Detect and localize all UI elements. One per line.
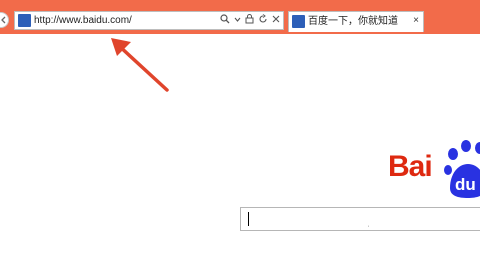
address-tools (216, 13, 280, 29)
baidu-logo[interactable]: Bai du (388, 140, 480, 200)
dropdown-icon[interactable] (234, 14, 241, 29)
text-cursor (248, 212, 249, 226)
search-input[interactable] (240, 207, 480, 231)
tab-title: 百度一下，你就知道 (308, 16, 398, 27)
baidu-paw-icon: du (444, 140, 480, 198)
logo-paw-text: du (455, 175, 476, 194)
address-url[interactable]: http://www.baidu.com/ (34, 14, 132, 28)
input-artifact: ˌ (367, 217, 370, 227)
browser-top-bar: http://www.baidu.com/ 百度一下，你就知道 × (0, 0, 480, 34)
close-icon[interactable] (272, 14, 280, 29)
logo-text: Bai (388, 150, 433, 183)
lock-icon[interactable] (245, 13, 254, 29)
address-bar[interactable]: http://www.baidu.com/ (14, 11, 284, 30)
tab-close-button[interactable]: × (413, 14, 419, 28)
arrow-annotation (111, 38, 169, 92)
back-button[interactable] (0, 12, 9, 28)
refresh-icon[interactable] (258, 13, 268, 29)
search-icon[interactable] (220, 13, 230, 29)
site-icon (292, 15, 305, 28)
site-icon (18, 14, 31, 27)
browser-tab[interactable]: 百度一下，你就知道 × (288, 11, 424, 32)
back-icon (1, 16, 6, 24)
